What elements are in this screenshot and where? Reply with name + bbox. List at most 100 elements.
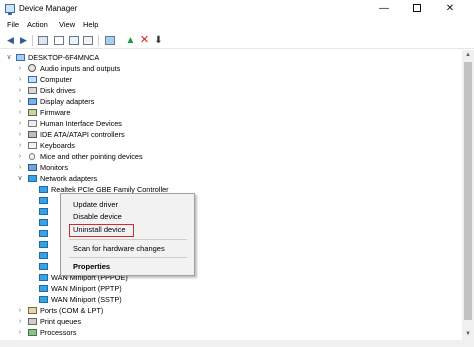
network-icon [28, 175, 37, 182]
tree-item-label: Mice and other pointing devices [40, 152, 143, 161]
expand-chevron-icon[interactable]: › [16, 162, 24, 173]
back-arrow-icon[interactable]: ◀ [4, 34, 17, 47]
menu-update-driver-label: Update driver [73, 200, 119, 209]
tree-item[interactable]: › Keyboards [0, 140, 460, 151]
tree-item[interactable]: › Print queues [0, 316, 460, 327]
details-icon[interactable] [81, 34, 94, 47]
network-adapter-icon [39, 274, 48, 281]
tree-item-label: Print queues [40, 317, 81, 326]
disable-icon[interactable]: ⬇ [152, 34, 165, 47]
menu-file[interactable]: File [7, 20, 19, 29]
network-adapter-icon [39, 197, 48, 204]
expand-chevron-icon[interactable]: › [16, 327, 24, 338]
vertical-scrollbar[interactable]: ▲ ▼ [462, 50, 474, 340]
ide-icon [28, 131, 37, 138]
expand-chevron-icon[interactable]: › [16, 129, 24, 140]
network-adapter-label: WAN Miniport (SSTP) [51, 295, 122, 304]
tree-root-label: DESKTOP-6F4MNCA [28, 53, 100, 62]
tree-item-network-adapters[interactable]: ∨ Network adapters [0, 173, 460, 184]
scan-hardware-icon[interactable] [103, 34, 116, 47]
forward-arrow-icon[interactable]: ▶ [17, 34, 30, 47]
expand-chevron-icon[interactable]: › [16, 140, 24, 151]
menu-properties-label: Properties [73, 262, 111, 271]
computer-icon [28, 76, 37, 83]
tree-item-label: Ports (COM & LPT) [40, 306, 104, 315]
network-adapter-icon [39, 263, 48, 270]
tree-item[interactable]: › Processors [0, 327, 460, 338]
network-adapter-icon [39, 252, 48, 259]
tree-item[interactable]: › Display adapters [0, 96, 460, 107]
tree-item[interactable]: › Human Interface Devices [0, 118, 460, 129]
minimize-button[interactable]: — [371, 0, 397, 18]
scroll-up-icon[interactable]: ▲ [462, 50, 474, 61]
network-adapter-icon [39, 219, 48, 226]
menu-disable-device[interactable]: Disable device [61, 211, 194, 223]
title-bar: Device Manager — ✕ [0, 0, 474, 18]
tree-item-label: Processors [40, 328, 77, 337]
context-menu: Update driver Disable device Uninstall d… [60, 193, 195, 276]
menu-update-driver[interactable]: Update driver [61, 199, 194, 211]
network-adapter-icon [39, 285, 48, 292]
update-driver-icon[interactable]: ▲ [124, 34, 137, 47]
network-adapter-icon [39, 186, 48, 193]
network-adapter-label: WAN Miniport (PPTP) [51, 284, 122, 293]
expand-chevron-icon[interactable]: › [16, 107, 24, 118]
menu-disable-device-label: Disable device [73, 212, 122, 221]
expand-chevron-icon[interactable]: › [16, 63, 24, 74]
collapse-chevron-icon[interactable]: ∨ [5, 52, 13, 63]
network-adapter-item[interactable]: WAN Miniport (SSTP) [0, 294, 460, 305]
display-icon [28, 98, 37, 105]
show-hidden-icon[interactable] [52, 34, 65, 47]
close-button[interactable]: ✕ [437, 0, 463, 18]
expand-chevron-icon[interactable]: › [16, 305, 24, 316]
expand-chevron-icon[interactable]: › [16, 118, 24, 129]
expand-chevron-icon[interactable]: › [16, 151, 24, 162]
monitor-icon [28, 164, 37, 171]
printer-icon [28, 318, 37, 325]
tree-item-label: Computer [40, 75, 73, 84]
network-adapter-icon [39, 241, 48, 248]
horizontal-scrollbar[interactable] [0, 340, 474, 347]
network-adapter-item[interactable]: WAN Miniport (PPTP) [0, 283, 460, 294]
expand-chevron-icon[interactable]: › [16, 74, 24, 85]
expand-chevron-icon[interactable]: › [16, 96, 24, 107]
menu-view[interactable]: View [59, 20, 75, 29]
menu-scan-hardware[interactable]: Scan for hardware changes [61, 243, 194, 255]
processor-icon [28, 329, 37, 336]
scroll-down-icon[interactable]: ▼ [462, 329, 474, 340]
menu-separator [69, 239, 187, 240]
tree-item[interactable]: › Firmware [0, 107, 460, 118]
computer-root-icon [16, 54, 25, 61]
tree-item[interactable]: › Monitors [0, 162, 460, 173]
tree-item[interactable]: › Computer [0, 74, 460, 85]
keyboard-icon [28, 142, 37, 149]
tree-item[interactable]: › Mice and other pointing devices [0, 151, 460, 162]
tree-item[interactable]: › Audio inputs and outputs [0, 63, 460, 74]
tree-item[interactable]: › Disk drives [0, 85, 460, 96]
uninstall-icon[interactable]: ✕ [138, 34, 151, 47]
hid-icon [28, 120, 37, 127]
toolbar-separator [98, 35, 99, 46]
menu-help[interactable]: Help [83, 20, 98, 29]
maximize-button[interactable] [404, 0, 430, 18]
tree-root[interactable]: ∨ DESKTOP-6F4MNCA [0, 52, 460, 63]
menu-scan-hardware-label: Scan for hardware changes [73, 244, 165, 253]
menu-properties[interactable]: Properties [61, 261, 194, 273]
network-adapter-icon [39, 208, 48, 215]
scrollbar-thumb[interactable] [464, 62, 472, 320]
expand-chevron-icon[interactable]: › [16, 316, 24, 327]
help-icon[interactable] [67, 34, 80, 47]
menu-bar: File Action View Help [0, 18, 474, 32]
tree-item[interactable]: › IDE ATA/ATAPI controllers [0, 129, 460, 140]
collapse-chevron-icon[interactable]: ∨ [16, 173, 24, 184]
tree-item[interactable]: › Ports (COM & LPT) [0, 305, 460, 316]
tree-item-label: Display adapters [40, 97, 95, 106]
menu-separator [69, 257, 187, 258]
tree-item-label: Keyboards [40, 141, 75, 150]
menu-action[interactable]: Action [27, 20, 48, 29]
highlight-box [69, 224, 134, 237]
tree-item-label: Human Interface Devices [40, 119, 122, 128]
tree-item-label: Network adapters [40, 174, 98, 183]
properties-icon[interactable] [36, 34, 49, 47]
expand-chevron-icon[interactable]: › [16, 85, 24, 96]
